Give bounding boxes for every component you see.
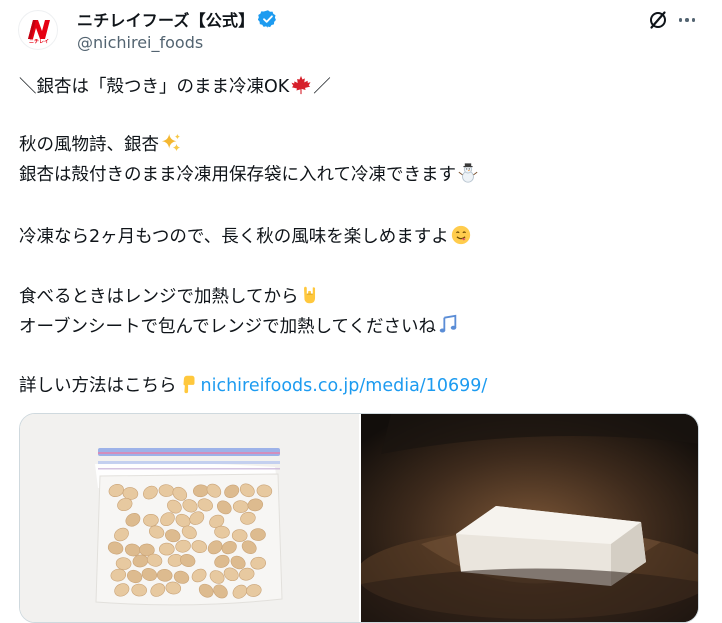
wrapped-packet-in-microwave-photo[interactable] <box>361 414 698 622</box>
post-line: 食べるときはレンジで加熱してから <box>19 283 322 311</box>
post-line: 秋の風物詩、銀杏 <box>19 131 183 159</box>
logo-caption: ニチレイ <box>28 39 49 45</box>
external-link[interactable]: nichireifoods.co.jp/media/10699/ <box>201 376 488 396</box>
author-name-row: ニチレイフーズ【公式】 <box>77 8 278 30</box>
sparkles-icon <box>160 132 182 154</box>
post-text-segment: 秋の風物詩、銀杏 <box>19 135 159 155</box>
post-text-segment: オーブンシートで包んでレンジで加熱してくださいね <box>19 317 437 337</box>
author-handle[interactable]: @nichirei_foods <box>77 33 203 52</box>
post-line: 詳しい方法はこちら nichireifoods.co.jp/media/10699… <box>19 372 487 400</box>
post-text-segment: ／ <box>313 77 331 97</box>
snowman-icon <box>457 162 479 184</box>
post-text-segment: 冷凍なら2ヶ月もつので、長く秋の風味を楽しめますよ <box>19 227 449 247</box>
more-options-icon[interactable] <box>676 9 698 31</box>
maple-leaf-icon <box>290 74 312 96</box>
post-line: 冷凍なら2ヶ月もつので、長く秋の風味を楽しめますよ <box>19 223 473 251</box>
post-line: ＼銀杏は「殻つき」のまま冷凍OK ／ <box>19 73 331 101</box>
ginkgo-nut <box>250 528 266 541</box>
verified-badge-icon[interactable] <box>258 9 278 29</box>
ginkgo-nut <box>159 542 175 556</box>
display-name[interactable]: ニチレイフーズ【公式】 <box>77 7 254 31</box>
avatar[interactable]: ニチレイ <box>18 10 58 50</box>
media-grid <box>19 413 699 623</box>
ginkgo-nut <box>231 529 248 542</box>
post-line: オーブンシートで包んでレンジで加熱してくださいね <box>19 313 460 341</box>
rock-on-hand-icon <box>299 284 321 306</box>
post-line: 銀杏は殻付きのまま冷凍用保存袋に入れて冷凍できます <box>19 161 480 189</box>
post-text-segment: ＼銀杏は「殻つき」のまま冷凍OK <box>19 77 290 97</box>
ginkgo-nuts-in-freezer-bag-photo[interactable] <box>20 414 359 622</box>
post-text-segment: 詳しい方法はこちら <box>19 376 177 396</box>
post-text-segment: 銀杏は殻付きのまま冷凍用保存袋に入れて冷凍できます <box>19 165 456 185</box>
musical-notes-icon <box>437 314 459 336</box>
ginkgo-nut <box>143 513 159 527</box>
post-text-segment: 食べるときはレンジで加熱してから <box>19 287 299 307</box>
yum-face-icon <box>450 224 472 246</box>
pointing-down-icon <box>178 373 200 395</box>
grok-icon[interactable] <box>647 9 669 31</box>
